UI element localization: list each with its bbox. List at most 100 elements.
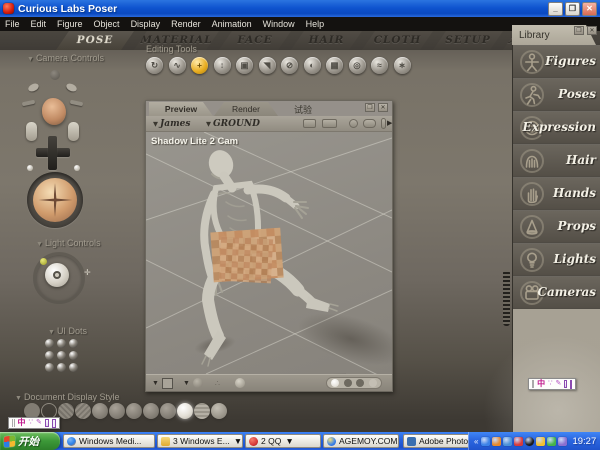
- ui-dot[interactable]: [69, 351, 78, 360]
- tracking-full[interactable]: [331, 379, 339, 387]
- mode-dots-icon[interactable]: ∵: [548, 379, 552, 389]
- messenger-icon[interactable]: [503, 437, 512, 446]
- style-cartoon-line[interactable]: [160, 403, 176, 419]
- menu-figure[interactable]: Figure: [57, 19, 83, 29]
- soft-keyboard-icon[interactable]: [564, 380, 566, 388]
- style-cartoon[interactable]: [143, 403, 159, 419]
- download-manager-icon[interactable]: [492, 437, 501, 446]
- menu-help[interactable]: Help: [306, 19, 325, 29]
- camera-trackball[interactable]: [27, 172, 83, 228]
- ime-language-bar[interactable]: 中 ∵ ✎: [528, 378, 576, 390]
- status-icon[interactable]: [547, 437, 556, 446]
- grouping-tool[interactable]: ▦: [326, 57, 343, 74]
- group-dropdown-arrow[interactable]: ▼: [285, 436, 293, 446]
- restore-button[interactable]: ❐: [565, 2, 580, 16]
- document-display-style-label[interactable]: ▼Document Display Style: [15, 392, 119, 402]
- morphing-tool[interactable]: ≈: [371, 57, 388, 74]
- library-close-button[interactable]: ✕: [587, 26, 597, 35]
- view-magnifier-tool[interactable]: ◎: [349, 57, 366, 74]
- 3d-viewport[interactable]: Shadow Lite 2 Cam: [146, 132, 392, 374]
- style-smooth-lined[interactable]: [194, 403, 210, 419]
- style-texture-shaded[interactable]: [211, 403, 227, 419]
- trackball-sphere-icon[interactable]: [33, 178, 77, 222]
- ui-dot[interactable]: [45, 339, 54, 348]
- scale-tool[interactable]: ▣: [236, 57, 253, 74]
- style-hidden-line[interactable]: [75, 403, 91, 419]
- drag-handle[interactable]: [532, 380, 534, 388]
- antivirus-icon[interactable]: [514, 437, 523, 446]
- tracking-box[interactable]: [344, 379, 352, 387]
- library-item-expression[interactable]: Expression: [513, 111, 600, 144]
- head-camera-icon[interactable]: [50, 70, 60, 80]
- tool-icon[interactable]: [558, 437, 567, 446]
- style-flat-shaded[interactable]: [109, 403, 125, 419]
- ui-dot[interactable]: [45, 363, 54, 372]
- light-globe-control[interactable]: [45, 263, 69, 287]
- menu-object[interactable]: Object: [94, 19, 120, 29]
- taskbar-item-qq-group[interactable]: 2 QQ ▼: [245, 434, 321, 448]
- translate-in-out-tool[interactable]: ↕: [214, 57, 231, 74]
- group-dropdown-arrow[interactable]: ▼: [234, 436, 242, 446]
- library-item-props[interactable]: Props: [513, 210, 600, 243]
- rotate-tool[interactable]: ↻: [146, 57, 163, 74]
- style-wireframe[interactable]: [58, 403, 74, 419]
- tab-render[interactable]: Render: [214, 102, 278, 116]
- msn-icon[interactable]: [481, 437, 490, 446]
- library-restore-button[interactable]: ❐: [574, 26, 584, 35]
- ui-dot[interactable]: [69, 363, 78, 372]
- style-lit-wireframe[interactable]: [92, 403, 108, 419]
- scale-dot-icon[interactable]: [27, 165, 33, 171]
- ui-dot[interactable]: [69, 339, 78, 348]
- tray-expand-chevron[interactable]: «: [474, 437, 478, 446]
- library-item-lights[interactable]: Lights: [513, 243, 600, 276]
- library-item-hair[interactable]: Hair: [513, 144, 600, 177]
- chinese-mode-icon[interactable]: 中: [18, 418, 26, 428]
- element-selector[interactable]: ▼GROUND: [206, 119, 260, 129]
- left-hand-control[interactable]: [26, 122, 37, 141]
- tab-pose[interactable]: POSE: [56, 31, 134, 50]
- taskbar-item-wmp[interactable]: Windows Medi...: [63, 434, 155, 448]
- library-item-hands[interactable]: Hands: [513, 177, 600, 210]
- dolly-camera-icon[interactable]: [349, 119, 358, 128]
- library-item-poses[interactable]: Poses: [513, 78, 600, 111]
- direct-manipulation-tool[interactable]: ∗: [394, 57, 411, 74]
- light-controls-label[interactable]: ▼Light Controls: [36, 238, 100, 248]
- doc-restore-button[interactable]: ❐: [365, 103, 375, 112]
- posing-camera-icon[interactable]: [322, 119, 337, 128]
- camera-name-label[interactable]: Shadow Lite 2 Cam: [151, 136, 238, 147]
- chain-break-tool[interactable]: ⊘: [281, 57, 298, 74]
- options-icon[interactable]: [52, 419, 56, 428]
- doc-close-button[interactable]: ✕: [378, 103, 388, 112]
- next-camera-arrow[interactable]: ▶: [387, 119, 392, 127]
- menu-display[interactable]: Display: [131, 19, 161, 29]
- ui-dots-label[interactable]: ▼UI Dots: [48, 326, 87, 336]
- style-flat-lined[interactable]: [126, 403, 142, 419]
- document-title-tab[interactable]: 试验: [294, 103, 312, 116]
- taskbar-clock[interactable]: 19:27: [572, 436, 596, 447]
- face-camera-control[interactable]: [42, 98, 66, 125]
- camera-dropdown-arrow[interactable]: ▼: [183, 380, 190, 387]
- pet-icon[interactable]: [536, 437, 545, 446]
- taskbar-item-explorer-group[interactable]: 3 Windows E... ▼: [157, 434, 243, 448]
- options-icon[interactable]: [570, 380, 572, 389]
- menu-render[interactable]: Render: [171, 19, 201, 29]
- light-indicator-icon[interactable]: [40, 258, 47, 265]
- pen-icon[interactable]: ✎: [36, 418, 42, 428]
- ui-dot[interactable]: [57, 351, 66, 360]
- taper-tool[interactable]: ◥: [259, 57, 276, 74]
- library-item-cameras[interactable]: Cameras: [513, 276, 600, 309]
- mode-dots-icon[interactable]: ∵: [29, 418, 33, 428]
- ui-dot[interactable]: [57, 363, 66, 372]
- figure-selector[interactable]: ▼James: [153, 119, 190, 129]
- ui-dot[interactable]: [45, 351, 54, 360]
- close-button[interactable]: ✕: [582, 2, 597, 16]
- minimize-button[interactable]: _: [548, 2, 563, 16]
- ime-language-bar[interactable]: 中 ∵ ✎: [8, 417, 60, 429]
- ui-dot[interactable]: [57, 339, 66, 348]
- qq-icon[interactable]: [525, 437, 534, 446]
- taskbar-item-browser[interactable]: AGEMOY.COM ...: [323, 434, 399, 448]
- library-item-figures[interactable]: Figures: [513, 45, 600, 78]
- chinese-mode-icon[interactable]: 中: [537, 379, 545, 389]
- tracking-smooth[interactable]: [369, 379, 377, 387]
- pen-icon[interactable]: ✎: [556, 379, 562, 389]
